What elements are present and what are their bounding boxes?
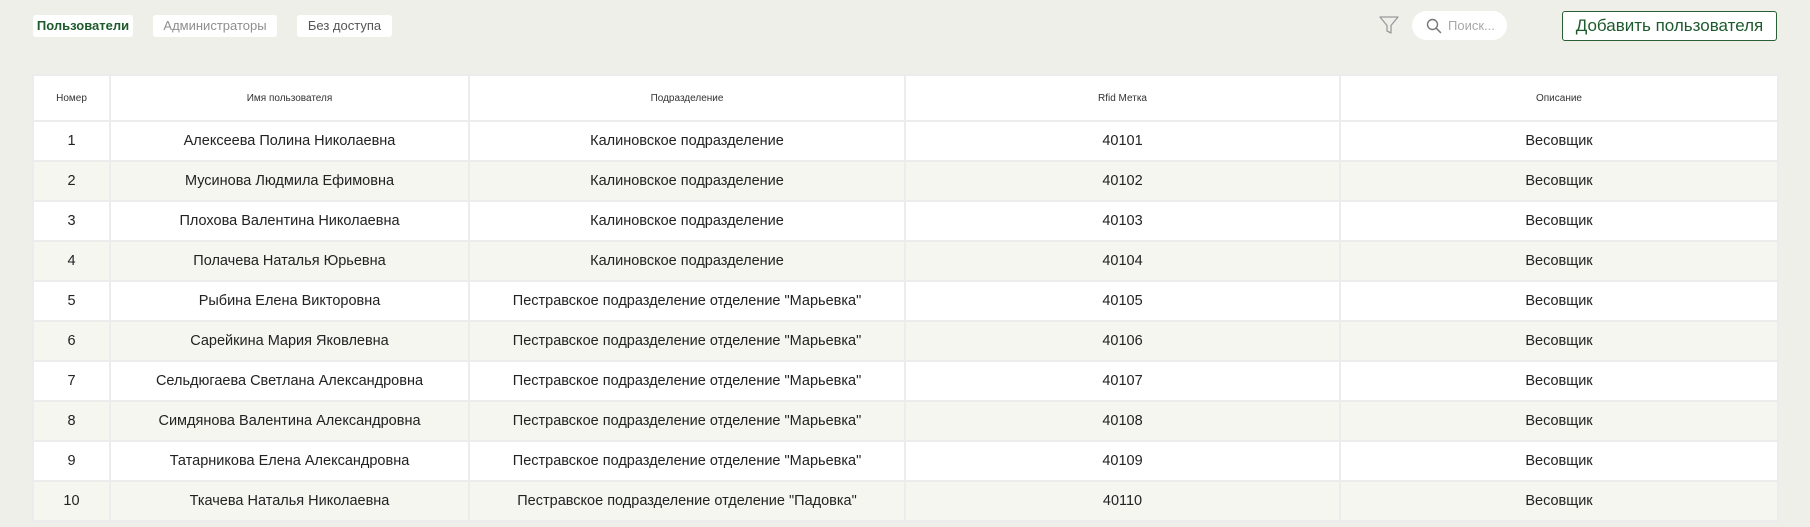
filter-icon[interactable] xyxy=(1378,14,1400,36)
table-header-row: Номер Имя пользователя Подразделение Rfi… xyxy=(32,74,1779,122)
search-box[interactable] xyxy=(1412,11,1507,40)
table-row[interactable]: 10 Ткачева Наталья Николаевна Пестравско… xyxy=(32,480,1779,522)
users-table: Номер Имя пользователя Подразделение Rfi… xyxy=(32,74,1779,522)
cell-rfid: 40110 xyxy=(904,480,1341,522)
header-description[interactable]: Описание xyxy=(1339,74,1779,122)
cell-rfid: 40104 xyxy=(904,240,1341,282)
table-row[interactable]: 4 Полачева Наталья Юрьевна Калиновское п… xyxy=(32,240,1779,282)
top-bar: Пользователи Администраторы Без доступа … xyxy=(0,0,1810,52)
cell-username: Рыбина Елена Викторовна xyxy=(109,280,470,322)
add-user-button[interactable]: Добавить пользователя xyxy=(1562,11,1777,41)
cell-description: Весовщик xyxy=(1339,400,1779,442)
cell-description: Весовщик xyxy=(1339,360,1779,402)
tab-administrators[interactable]: Администраторы xyxy=(153,15,277,37)
cell-rfid: 40102 xyxy=(904,160,1341,202)
cell-username: Плохова Валентина Николаевна xyxy=(109,200,470,242)
cell-rfid: 40109 xyxy=(904,440,1341,482)
cell-description: Весовщик xyxy=(1339,320,1779,362)
cell-description: Весовщик xyxy=(1339,280,1779,322)
table-row[interactable]: 3 Плохова Валентина Николаевна Калиновск… xyxy=(32,200,1779,242)
cell-division: Калиновское подразделение xyxy=(468,120,906,162)
cell-number: 8 xyxy=(32,400,111,442)
cell-division: Пестравское подразделение отделение "Мар… xyxy=(468,400,906,442)
cell-number: 3 xyxy=(32,200,111,242)
cell-description: Весовщик xyxy=(1339,480,1779,522)
table-row[interactable]: 9 Татарникова Елена Александровна Пестра… xyxy=(32,440,1779,482)
search-input[interactable] xyxy=(1448,16,1500,35)
cell-division: Пестравское подразделение отделение "Мар… xyxy=(468,280,906,322)
cell-username: Мусинова Людмила Ефимовна xyxy=(109,160,470,202)
cell-number: 9 xyxy=(32,440,111,482)
cell-division: Пестравское подразделение отделение "Мар… xyxy=(468,360,906,402)
cell-number: 7 xyxy=(32,360,111,402)
table-row[interactable]: 7 Сельдюгаева Светлана Александровна Пес… xyxy=(32,360,1779,402)
cell-username: Ткачева Наталья Николаевна xyxy=(109,480,470,522)
cell-division: Калиновское подразделение xyxy=(468,200,906,242)
cell-description: Весовщик xyxy=(1339,120,1779,162)
cell-number: 5 xyxy=(32,280,111,322)
cell-rfid: 40107 xyxy=(904,360,1341,402)
cell-number: 10 xyxy=(32,480,111,522)
header-number[interactable]: Номер xyxy=(32,74,111,122)
cell-username: Алексеева Полина Николаевна xyxy=(109,120,470,162)
cell-division: Пестравское подразделение отделение "Пад… xyxy=(468,480,906,522)
cell-description: Весовщик xyxy=(1339,440,1779,482)
cell-rfid: 40105 xyxy=(904,280,1341,322)
cell-number: 6 xyxy=(32,320,111,362)
cell-username: Сарейкина Мария Яковлевна xyxy=(109,320,470,362)
cell-username: Татарникова Елена Александровна xyxy=(109,440,470,482)
table-row[interactable]: 5 Рыбина Елена Викторовна Пестравское по… xyxy=(32,280,1779,322)
cell-division: Калиновское подразделение xyxy=(468,240,906,282)
header-username[interactable]: Имя пользователя xyxy=(109,74,470,122)
cell-description: Весовщик xyxy=(1339,160,1779,202)
cell-rfid: 40108 xyxy=(904,400,1341,442)
tab-users[interactable]: Пользователи xyxy=(33,15,133,37)
header-rfid[interactable]: Rfid Метка xyxy=(904,74,1341,122)
table-row[interactable]: 8 Симдянова Валентина Александровна Пест… xyxy=(32,400,1779,442)
table-row[interactable]: 1 Алексеева Полина Николаевна Калиновско… xyxy=(32,120,1779,162)
cell-division: Пестравское подразделение отделение "Мар… xyxy=(468,320,906,362)
tab-no-access[interactable]: Без доступа xyxy=(297,15,392,37)
cell-rfid: 40106 xyxy=(904,320,1341,362)
table-row[interactable]: 6 Сарейкина Мария Яковлевна Пестравское … xyxy=(32,320,1779,362)
cell-number: 4 xyxy=(32,240,111,282)
cell-description: Весовщик xyxy=(1339,200,1779,242)
cell-username: Сельдюгаева Светлана Александровна xyxy=(109,360,470,402)
cell-rfid: 40103 xyxy=(904,200,1341,242)
cell-username: Полачева Наталья Юрьевна xyxy=(109,240,470,282)
cell-division: Калиновское подразделение xyxy=(468,160,906,202)
header-division[interactable]: Подразделение xyxy=(468,74,906,122)
cell-number: 2 xyxy=(32,160,111,202)
cell-description: Весовщик xyxy=(1339,240,1779,282)
cell-rfid: 40101 xyxy=(904,120,1341,162)
cell-number: 1 xyxy=(32,120,111,162)
cell-division: Пестравское подразделение отделение "Мар… xyxy=(468,440,906,482)
cell-username: Симдянова Валентина Александровна xyxy=(109,400,470,442)
search-icon xyxy=(1426,18,1442,34)
table-row[interactable]: 2 Мусинова Людмила Ефимовна Калиновское … xyxy=(32,160,1779,202)
